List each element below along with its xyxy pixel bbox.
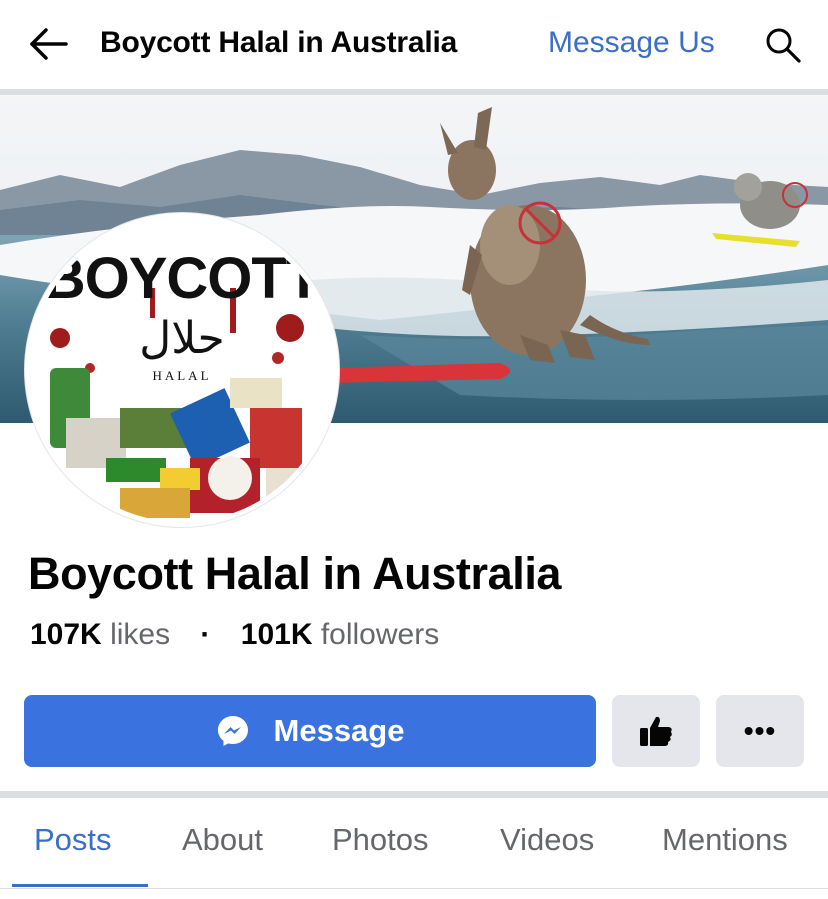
separator-dot: ·: [200, 618, 211, 651]
profile-picture[interactable]: BOYCOTT حلال HALAL: [25, 213, 339, 527]
page-title: Boycott Halal in Australia: [100, 26, 458, 59]
divider: [0, 791, 828, 798]
tab-photos[interactable]: Photos: [332, 822, 429, 858]
page-tabs: Posts About Photos Videos Mentions: [0, 798, 828, 890]
tab-posts[interactable]: Posts: [34, 822, 112, 858]
followers-count: 101K: [240, 618, 313, 651]
back-arrow-icon[interactable]: [28, 26, 70, 62]
message-button[interactable]: Message: [24, 695, 596, 767]
messenger-icon: [217, 716, 248, 746]
like-button[interactable]: [612, 695, 700, 767]
likes-label[interactable]: likes: [110, 618, 170, 651]
divider: [0, 888, 828, 889]
tab-mentions[interactable]: Mentions: [662, 822, 788, 858]
followers-label[interactable]: followers: [321, 618, 439, 651]
active-tab-indicator: [12, 884, 148, 887]
top-bar: Boycott Halal in Australia Message Us: [0, 0, 828, 90]
arabic-halal-text: حلال: [139, 313, 224, 364]
search-icon[interactable]: [764, 26, 802, 64]
message-button-label: Message: [273, 713, 405, 748]
page-stats: 107K likes · 101K followers: [30, 618, 439, 652]
page-name: Boycott Halal in Australia: [28, 548, 562, 599]
thumbs-up-icon: [640, 716, 672, 746]
more-options-button[interactable]: •••: [716, 695, 804, 767]
svg-text:HALAL: HALAL: [152, 368, 211, 383]
tab-about[interactable]: About: [182, 822, 263, 858]
message-us-link[interactable]: Message Us: [548, 26, 715, 60]
boycott-text: BOYCOTT: [44, 246, 321, 311]
likes-count: 107K: [30, 618, 102, 651]
tab-videos[interactable]: Videos: [500, 822, 594, 858]
